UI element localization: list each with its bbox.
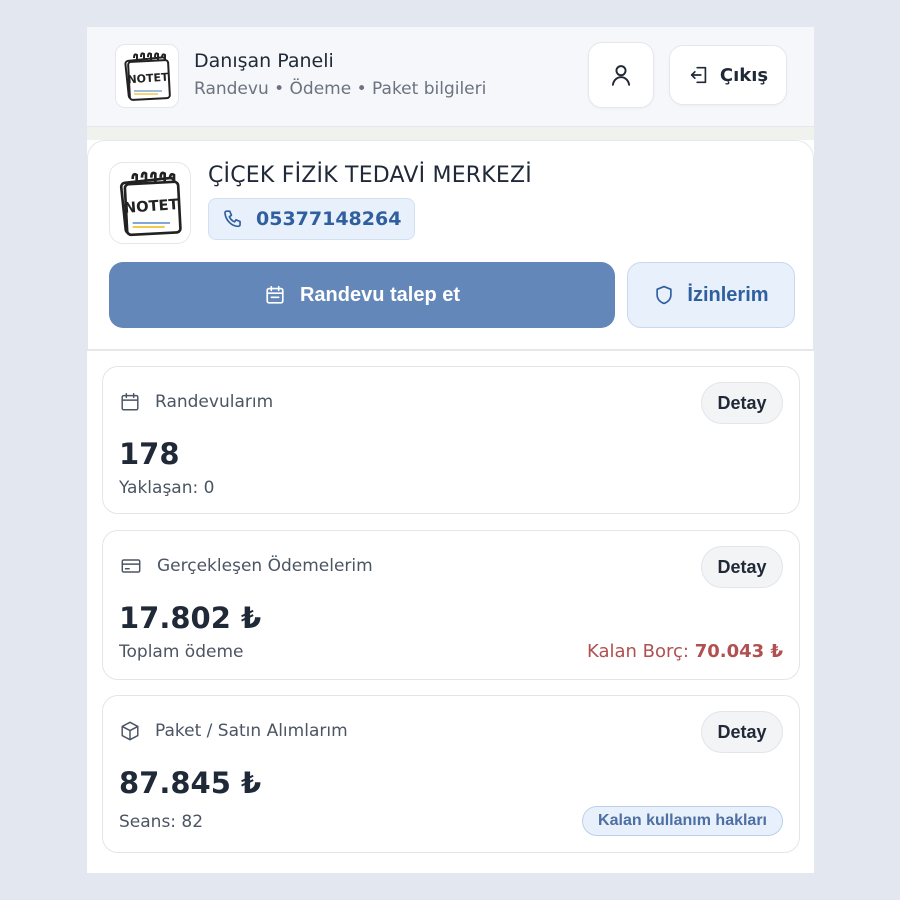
remaining-debt-label: Kalan Borç:: [586, 641, 689, 662]
shield-icon: [656, 285, 673, 305]
remaining-debt-value: 70.043 ₺: [694, 641, 783, 662]
credit-card-icon: [121, 559, 141, 573]
phone-link[interactable]: 05377148264: [208, 198, 416, 240]
page-subtitle: Randevu • Ödeme • Paket bilgileri: [194, 79, 487, 99]
appointments-title: Randevularım: [155, 392, 274, 412]
clinic-card: NOTET ÇİÇEK FİZİK TEDAVİ MERKEZİ 0537714…: [87, 140, 814, 350]
logout-button[interactable]: Çıkış: [669, 45, 787, 105]
clinic-name: ÇİÇEK FİZİK TEDAVİ MERKEZİ: [208, 163, 532, 188]
clinic-logo: NOTET: [109, 162, 191, 244]
top-bar: NOTET Danışan Paneli Randevu • Ödeme • P…: [87, 27, 814, 127]
payments-total: 17.802 ₺: [119, 601, 262, 635]
packages-title: Paket / Satın Alımlarım: [155, 721, 348, 741]
remaining-debt: Kalan Borç: 70.043 ₺: [587, 641, 783, 662]
client-panel: NOTET Danışan Paneli Randevu • Ödeme • P…: [87, 27, 814, 873]
header-divider: [87, 127, 814, 140]
payments-total-label: Toplam ödeme: [119, 642, 244, 662]
appointments-card: Randevularım Detay 178 Yaklaşan: 0: [102, 366, 800, 514]
logout-label: Çıkış: [719, 64, 769, 86]
package-icon: [121, 721, 139, 741]
profile-button[interactable]: [588, 42, 654, 108]
summary-section: Randevularım Detay 178 Yaklaşan: 0 Gerçe…: [87, 350, 814, 873]
payments-card: Gerçekleşen Ödemelerim Detay 17.802 ₺ To…: [102, 530, 800, 680]
appointments-detail-button[interactable]: Detay: [701, 382, 783, 424]
appointments-count: 178: [119, 437, 180, 471]
session-count: Seans: 82: [119, 812, 204, 832]
permissions-label: İzinlerim: [687, 283, 769, 306]
user-icon: [611, 65, 631, 86]
phone-number: 05377148264: [256, 208, 402, 230]
packages-detail-button[interactable]: Detay: [701, 711, 783, 753]
page-title: Danışan Paneli: [194, 50, 334, 72]
payments-title: Gerçekleşen Ödemelerim: [157, 556, 373, 576]
calendar-icon: [266, 285, 284, 304]
upcoming-count: Yaklaşan: 0: [119, 478, 215, 498]
packages-total: 87.845 ₺: [119, 766, 262, 800]
packages-card: Paket / Satın Alımlarım Detay 87.845 ₺ S…: [102, 695, 800, 853]
remaining-usage-button[interactable]: Kalan kullanım hakları: [582, 806, 783, 836]
permissions-button[interactable]: İzinlerim: [627, 262, 795, 328]
phone-icon: [224, 210, 241, 228]
notebook-logo: NOTET: [115, 44, 179, 108]
calendar-icon: [121, 393, 139, 411]
payments-detail-button[interactable]: Detay: [701, 546, 783, 588]
request-appointment-label: Randevu talep et: [299, 283, 461, 306]
logout-icon: [690, 66, 707, 84]
request-appointment-button[interactable]: Randevu talep et: [109, 262, 615, 328]
